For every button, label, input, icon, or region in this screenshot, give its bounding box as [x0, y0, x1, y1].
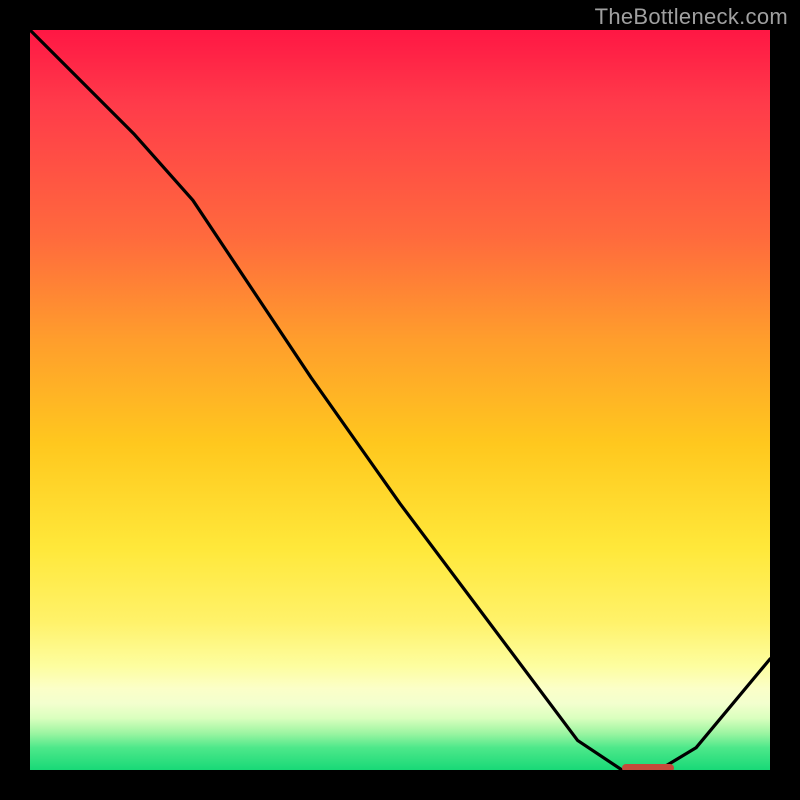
watermark-text: TheBottleneck.com	[595, 4, 788, 30]
curve-svg	[30, 30, 770, 770]
chart-frame: TheBottleneck.com	[0, 0, 800, 800]
minimum-marker	[622, 764, 674, 770]
bottleneck-curve	[30, 30, 770, 770]
plot-area	[30, 30, 770, 770]
